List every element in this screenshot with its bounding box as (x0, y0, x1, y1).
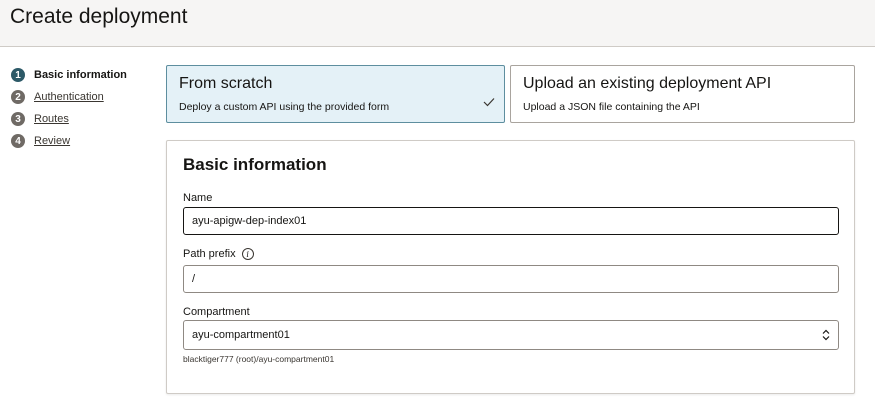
wizard-steps: 1 Basic information 2 Authentication 3 R… (11, 64, 127, 152)
step-number: 4 (11, 134, 25, 148)
step-review[interactable]: 4 Review (11, 130, 127, 152)
step-label[interactable]: Authentication (34, 91, 104, 103)
option-description: Upload a JSON file containing the API (523, 101, 700, 113)
info-icon[interactable]: i (241, 248, 254, 260)
upload-existing-api-option[interactable]: Upload an existing deployment API Upload… (510, 65, 855, 123)
basic-information-panel: Basic information Name Path prefix i Com… (166, 140, 855, 394)
option-title: Upload an existing deployment API (523, 75, 772, 92)
page-title: Create deployment (10, 5, 188, 28)
step-authentication[interactable]: 2 Authentication (11, 86, 127, 108)
compartment-selected-value: ayu-compartment01 (192, 329, 290, 341)
path-prefix-label-text: Path prefix (183, 248, 236, 260)
path-prefix-label: Path prefix i (183, 248, 254, 260)
step-label: Basic information (34, 69, 127, 81)
step-number: 3 (11, 112, 25, 126)
compartment-path-hint: blacktiger777 (root)/ayu-compartment01 (183, 354, 335, 364)
checkmark-icon (483, 98, 495, 107)
page-header: Create deployment (0, 0, 875, 47)
step-basic-information: 1 Basic information (11, 64, 127, 86)
path-prefix-input[interactable] (183, 265, 839, 293)
name-label: Name (183, 192, 213, 204)
from-scratch-option[interactable]: From scratch Deploy a custom API using t… (166, 65, 505, 123)
step-number: 2 (11, 90, 25, 104)
chevron-up-down-icon (822, 329, 830, 341)
name-input[interactable] (183, 207, 839, 235)
compartment-select[interactable]: ayu-compartment01 (183, 320, 839, 350)
panel-title: Basic information (183, 155, 327, 174)
option-description: Deploy a custom API using the provided f… (179, 101, 390, 113)
compartment-label: Compartment (183, 306, 250, 318)
step-routes[interactable]: 3 Routes (11, 108, 127, 130)
option-title: From scratch (179, 75, 273, 92)
step-number: 1 (11, 68, 25, 82)
step-label[interactable]: Review (34, 135, 70, 147)
step-label[interactable]: Routes (34, 113, 69, 125)
